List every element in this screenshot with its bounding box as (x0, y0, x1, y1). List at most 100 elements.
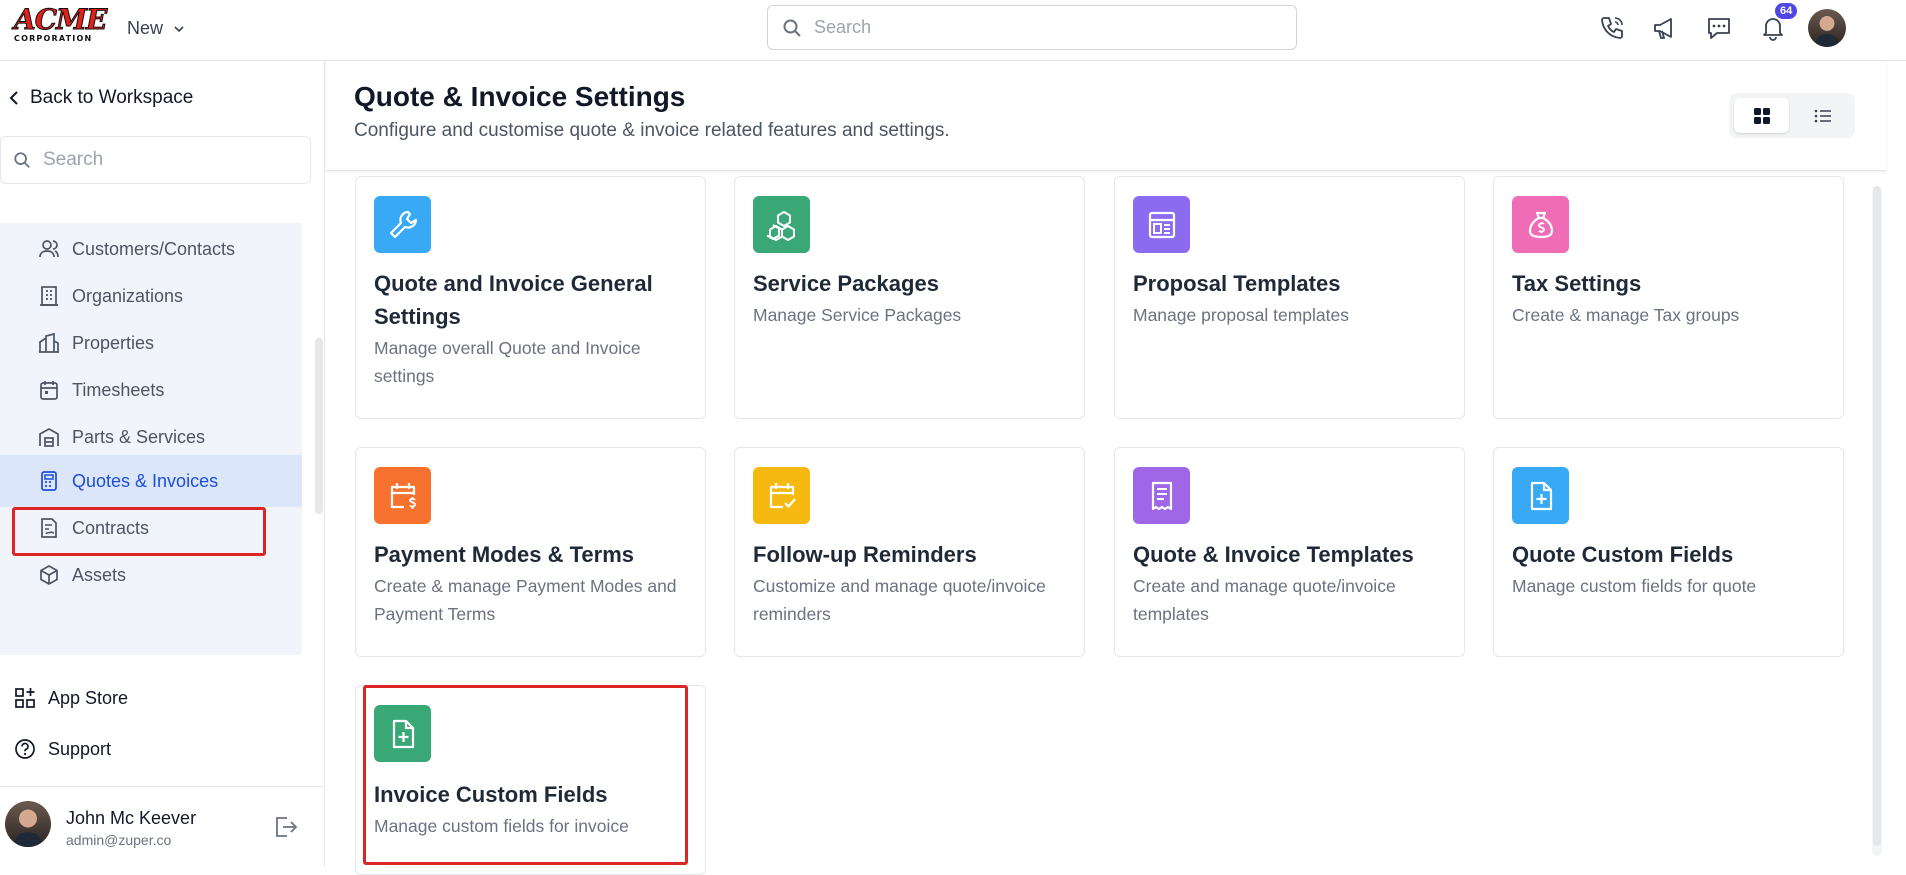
notifications-button[interactable]: 64 (1755, 3, 1798, 46)
card-icon-bg (1133, 467, 1190, 524)
layout-icon (1148, 211, 1175, 238)
building-icon (40, 286, 58, 306)
card-tax-settings[interactable]: Tax Settings Create & manage Tax groups (1493, 176, 1844, 419)
card-invoice-custom-fields[interactable]: Invoice Custom Fields Manage custom fiel… (355, 685, 706, 875)
global-search[interactable] (767, 5, 1297, 50)
card-icon-bg (374, 467, 431, 524)
phone-icon (1601, 17, 1623, 39)
calendar-check-icon (769, 482, 796, 508)
logo-text: ACME (14, 3, 108, 36)
card-title: Payment Modes & Terms (374, 542, 635, 567)
card-service-packages[interactable]: Service Packages Manage Service Packages (734, 176, 1085, 419)
sidebar-item-timesheets[interactable]: Timesheets (0, 364, 302, 416)
logo-subtext: CORPORATION (14, 34, 93, 43)
card-title: Invoice Custom Fields (374, 782, 608, 807)
card-title: Quote and Invoice General Settings (374, 271, 653, 329)
card-description: Manage overall Quote and Invoice setting… (374, 338, 641, 386)
sidebar-search[interactable] (0, 136, 311, 184)
contract-icon (41, 518, 57, 538)
avatar[interactable] (5, 801, 51, 847)
page-title: Quote & Invoice Settings (354, 81, 686, 112)
announcements-button[interactable] (1647, 10, 1683, 46)
card-quote-custom-fields[interactable]: Quote Custom Fields Manage custom fields… (1493, 447, 1844, 657)
card-description: Customize and manage quote/invoice remin… (753, 576, 1046, 624)
sidebar-item-label: Customers/Contacts (72, 238, 236, 259)
user-name: John Mc Keever (66, 808, 197, 828)
sidebar-item-quotes-invoices[interactable]: Quotes & Invoices (0, 455, 302, 507)
chat-icon (1708, 18, 1730, 39)
card-proposal-templates[interactable]: Proposal Templates Manage proposal templ… (1114, 176, 1465, 419)
new-menu-button[interactable]: New (127, 18, 185, 39)
apps-icon (15, 688, 35, 708)
grid-view-button[interactable] (1734, 98, 1789, 133)
file-plus-icon (1530, 481, 1552, 510)
app-store-link[interactable]: App Store (14, 687, 128, 709)
sidebar-item-label: Timesheets (72, 379, 165, 400)
card-description: Create and manage quote/invoice template… (1133, 576, 1396, 624)
user-avatar[interactable] (1808, 9, 1846, 47)
list-view-button[interactable] (1795, 98, 1850, 133)
card-quote-invoice-general-settings[interactable]: Quote and Invoice General Settings Manag… (355, 176, 706, 419)
card-title: Proposal Templates (1133, 271, 1341, 296)
card-payment-modes-terms[interactable]: Payment Modes & Terms Create & manage Pa… (355, 447, 706, 657)
back-label: Back to Workspace (30, 87, 194, 108)
logout-icon[interactable] (272, 814, 298, 840)
card-icon-bg (753, 467, 810, 524)
wrench-icon (389, 210, 417, 238)
card-icon-bg (753, 196, 810, 253)
notification-badge: 64 (1775, 3, 1798, 19)
chevron-left-icon (9, 91, 18, 105)
search-icon (14, 152, 30, 168)
sidebar-item-customers-contacts[interactable]: Customers/Contacts (0, 223, 302, 275)
sidebar-item-label: Organizations (72, 285, 184, 306)
megaphone-icon (1654, 18, 1672, 39)
card-description: Create & manage Payment Modes and Paymen… (374, 576, 677, 624)
card-description: Manage proposal templates (1133, 305, 1349, 325)
card-quote-invoice-templates[interactable]: Quote & Invoice Templates Create and man… (1114, 447, 1465, 657)
sidebar-item-contracts[interactable]: Contracts (0, 502, 302, 554)
list-icon (1814, 109, 1831, 122)
chevron-down-icon (174, 25, 184, 32)
sidebar-item-label: Contracts (72, 517, 150, 538)
main-content: Quote & Invoice Settings Configure and c… (326, 61, 1906, 875)
back-to-workspace-link[interactable]: Back to Workspace (8, 87, 193, 109)
card-icon-bg (374, 196, 431, 253)
card-description: Manage Service Packages (753, 305, 962, 325)
card-title: Service Packages (753, 271, 939, 296)
card-follow-up-reminders[interactable]: Follow-up Reminders Customize and manage… (734, 447, 1085, 657)
card-description: Manage custom fields for quote (1512, 576, 1757, 596)
phone-button[interactable] (1594, 10, 1630, 46)
sidebar-search-input[interactable] (43, 149, 303, 171)
file-plus-icon (392, 719, 414, 748)
acme-logo[interactable]: ACME CORPORATION (14, 3, 108, 45)
user-email: admin@zuper.co (66, 832, 172, 848)
users-icon (39, 240, 59, 258)
help-icon (15, 739, 35, 759)
sidebar-item-label: Quotes & Invoices (72, 470, 219, 491)
global-search-input[interactable] (814, 17, 1274, 38)
app-store-label: App Store (48, 687, 129, 708)
card-description: Manage custom fields for invoice (374, 816, 629, 836)
support-label: Support (48, 738, 112, 759)
calendar-dollar-icon (390, 482, 416, 509)
sidebar-item-assets[interactable]: Assets (0, 549, 302, 601)
card-title: Follow-up Reminders (753, 542, 977, 567)
sidebar: Back to Workspace Customers/Contacts Org… (0, 61, 325, 867)
properties-icon (39, 332, 59, 353)
card-title: Tax Settings (1512, 271, 1642, 296)
support-link[interactable]: Support (14, 738, 111, 760)
main-scrollbar[interactable] (1872, 186, 1882, 856)
sidebar-scrollbar[interactable] (315, 338, 323, 514)
cube-icon (40, 565, 58, 585)
view-toggle (1729, 93, 1855, 138)
chat-button[interactable] (1701, 10, 1737, 46)
grid-icon (1753, 107, 1770, 124)
sidebar-item-properties[interactable]: Properties (0, 317, 302, 369)
new-menu-label: New (127, 18, 164, 38)
sidebar-item-label: Properties (72, 332, 155, 353)
card-title: Quote & Invoice Templates (1133, 542, 1414, 567)
card-icon-bg (1512, 196, 1569, 253)
sidebar-item-organizations[interactable]: Organizations (0, 270, 302, 322)
card-description: Create & manage Tax groups (1512, 305, 1740, 325)
card-icon-bg (374, 705, 431, 762)
